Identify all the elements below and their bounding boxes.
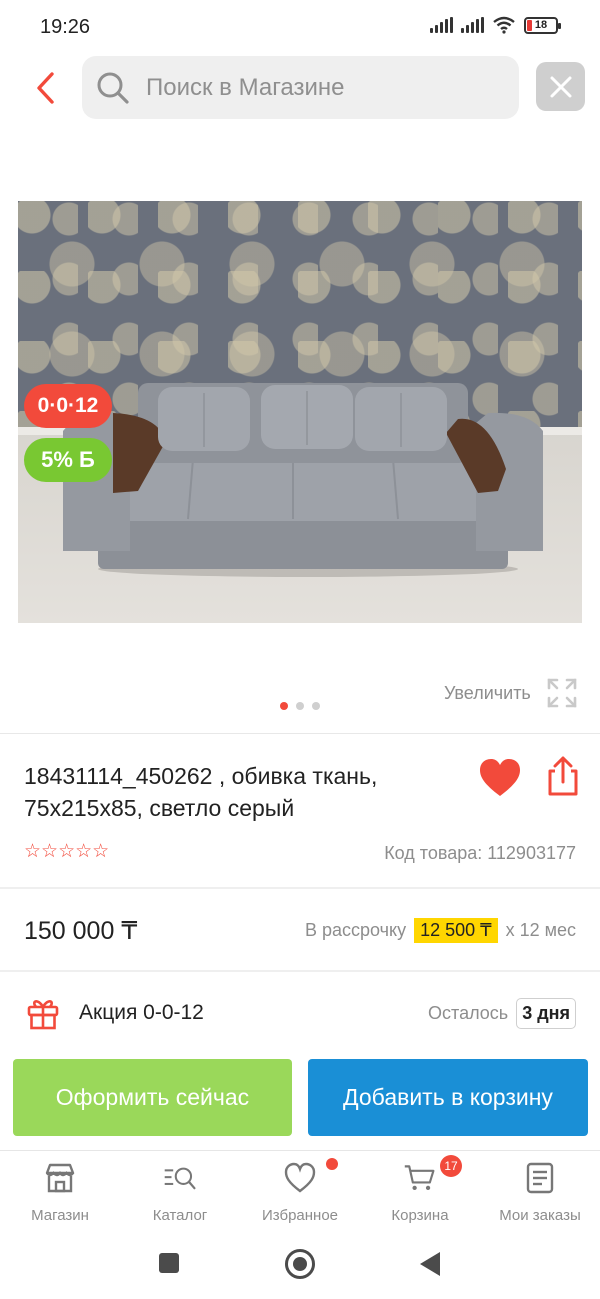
search-box[interactable] — [82, 56, 519, 119]
home-icon-inner — [293, 1257, 307, 1271]
product-price: 150 000 ₸ — [24, 917, 138, 945]
add-to-cart-button[interactable]: Добавить в корзину — [308, 1059, 588, 1136]
tab-label: Избранное — [261, 1207, 339, 1224]
favorite-heart-icon[interactable] — [478, 757, 522, 801]
shop-icon — [43, 1161, 77, 1195]
battery-icon: 18 — [524, 16, 561, 34]
tab-favorites[interactable]: Избранное — [240, 1151, 360, 1233]
status-time: 19:26 — [40, 16, 91, 38]
cart-icon — [403, 1161, 437, 1195]
installment-info[interactable]: В рассрочку 12 500 ₸ x 12 мес — [305, 918, 576, 943]
system-back-icon[interactable] — [420, 1252, 440, 1276]
tab-label: Корзина — [391, 1207, 449, 1224]
expand-icon[interactable] — [546, 677, 578, 709]
divider — [0, 733, 600, 734]
search-input[interactable] — [146, 73, 486, 102]
close-button[interactable] — [536, 62, 585, 111]
promo-remaining: Осталось 3 дня — [428, 998, 576, 1029]
status-icons: 18 — [430, 16, 561, 34]
rating-star-icons: ☆☆☆☆☆ — [24, 841, 110, 862]
home-icon[interactable] — [285, 1249, 315, 1279]
search-icon — [96, 71, 130, 105]
tab-label: Магазин — [31, 1207, 89, 1224]
recent-apps-icon[interactable] — [159, 1253, 179, 1273]
product-title: 18431114_450262 , обивка ткань, 75x215x8… — [24, 763, 378, 821]
pagination-dot-active[interactable] — [280, 702, 288, 710]
tab-label: Мои заказы — [499, 1207, 581, 1224]
bonus-badge: 5% Б — [24, 438, 112, 482]
close-icon — [550, 76, 571, 97]
chevron-left-icon — [37, 72, 54, 104]
share-icon[interactable] — [545, 755, 581, 797]
installment-prefix: В рассрочку — [304, 920, 407, 940]
rating-stars[interactable]: ☆☆☆☆☆ — [24, 842, 109, 862]
orders-icon — [523, 1161, 557, 1195]
tab-cart[interactable]: Корзина — [360, 1151, 480, 1233]
tab-shop[interactable]: Магазин — [0, 1151, 120, 1233]
pagination-dot[interactable] — [312, 702, 320, 710]
favorites-notification-dot — [326, 1158, 338, 1170]
bottom-tab-bar: Магазин Каталог Избранное Корзина Мои за… — [0, 1150, 600, 1232]
checkout-now-button[interactable]: Оформить сейчас — [13, 1059, 292, 1136]
divider — [0, 970, 600, 972]
installment-badge: 0·0·12 — [24, 384, 112, 428]
signal-icon — [430, 17, 453, 33]
gift-icon — [27, 1000, 59, 1030]
tab-my-orders[interactable]: Мои заказы — [480, 1151, 600, 1233]
status-bar: 19:26 18 — [0, 0, 600, 54]
product-code: Код товара: 112903177 — [384, 843, 576, 863]
catalog-icon — [163, 1161, 197, 1195]
cart-count-badge: 17 — [440, 1155, 462, 1177]
installment-suffix: x 12 мес — [505, 920, 576, 940]
signal-icon — [461, 17, 484, 33]
back-button[interactable] — [28, 66, 62, 110]
zoom-label[interactable]: Увеличить — [444, 683, 531, 704]
tab-catalog[interactable]: Каталог — [120, 1151, 240, 1233]
gallery-pagination — [280, 702, 320, 710]
pagination-dot[interactable] — [296, 702, 304, 710]
installment-amount: 12 500 ₸ — [414, 918, 498, 943]
tab-label: Каталог — [152, 1207, 208, 1224]
promo-label[interactable]: Акция 0-0-12 — [79, 1001, 204, 1025]
remaining-label: Осталось — [428, 1003, 509, 1023]
wifi-icon — [493, 16, 515, 34]
divider — [0, 887, 600, 889]
heart-icon — [283, 1161, 317, 1195]
remaining-value: 3 дня — [516, 998, 576, 1029]
